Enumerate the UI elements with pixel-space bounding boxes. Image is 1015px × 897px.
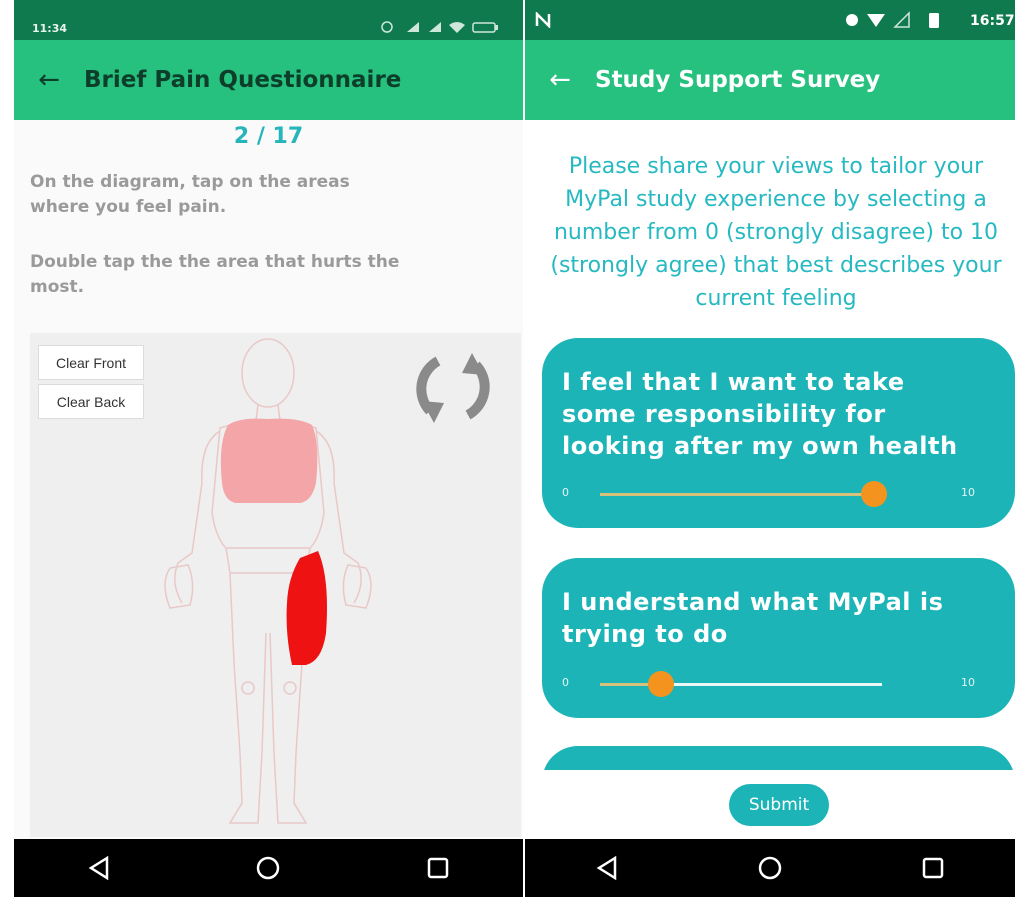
notification-n-icon: [535, 12, 551, 28]
home-circle-icon[interactable]: [248, 848, 288, 888]
slider-thumb[interactable]: [648, 671, 674, 697]
body-diagram[interactable]: Clear Front Clear Back: [30, 333, 521, 837]
slider-track-filled: [600, 493, 870, 496]
slider-max-label: 10: [961, 486, 975, 499]
back-arrow-icon[interactable]: ←: [14, 65, 84, 95]
app-bar: ← Brief Pain Questionnaire: [14, 40, 523, 120]
question-text: I understand what MyPal is trying to do: [562, 588, 944, 648]
status-time: 16:57: [970, 13, 1015, 29]
slider-min-label: 0: [562, 676, 569, 689]
status-icons: [846, 11, 939, 28]
back-arrow-icon[interactable]: ←: [525, 65, 595, 95]
recents-square-icon[interactable]: [418, 848, 458, 888]
body-outline[interactable]: [130, 333, 410, 833]
instruction-double-tap: Double tap the the area that hurts the m…: [30, 252, 400, 297]
brief-pain-questionnaire-screen: 11:34 ← Brief Pain Questionnaire 2 / 17 …: [14, 0, 523, 897]
pain-area-thigh-worst: [286, 551, 327, 665]
slider-min-label: 0: [562, 486, 569, 499]
rating-slider[interactable]: 0 10: [562, 479, 995, 509]
question-card: I feel that I want to take some responsi…: [542, 338, 1015, 528]
back-triangle-icon[interactable]: [587, 848, 627, 888]
rating-slider[interactable]: 0 10: [562, 669, 995, 699]
question-progress: 2 / 17: [233, 124, 304, 149]
status-time: 11:34: [32, 22, 68, 35]
home-circle-icon[interactable]: [750, 848, 790, 888]
status-icons: [381, 21, 498, 33]
pain-area-chest: [220, 418, 318, 503]
submit-button[interactable]: Submit: [729, 784, 829, 826]
back-triangle-icon[interactable]: [79, 848, 119, 888]
slider-max-label: 10: [961, 676, 975, 689]
app-bar: ← Study Support Survey: [525, 40, 1015, 120]
clear-back-button[interactable]: Clear Back: [38, 384, 144, 419]
status-bar: 11:34: [14, 0, 523, 40]
question-card: I understand what MyPal is trying to do …: [542, 558, 1015, 718]
navigation-bar: [525, 839, 1015, 897]
rotate-icon[interactable]: [408, 343, 498, 433]
study-support-survey-screen: 16:57 ← Study Support Survey Please shar…: [525, 0, 1015, 897]
slider-thumb[interactable]: [861, 481, 887, 507]
status-bar: 16:57: [525, 0, 1015, 40]
survey-instructions: Please share your views to tailor your M…: [550, 154, 1002, 311]
navigation-bar: [14, 839, 523, 897]
slider-track-empty: [658, 683, 882, 686]
instruction-tap-areas: On the diagram, tap on the areas where y…: [30, 172, 350, 217]
recents-square-icon[interactable]: [913, 848, 953, 888]
page-title: Brief Pain Questionnaire: [84, 67, 402, 93]
page-title: Study Support Survey: [595, 67, 881, 93]
question-text: I feel that I want to take some responsi…: [562, 368, 958, 460]
clear-front-button[interactable]: Clear Front: [38, 345, 144, 380]
